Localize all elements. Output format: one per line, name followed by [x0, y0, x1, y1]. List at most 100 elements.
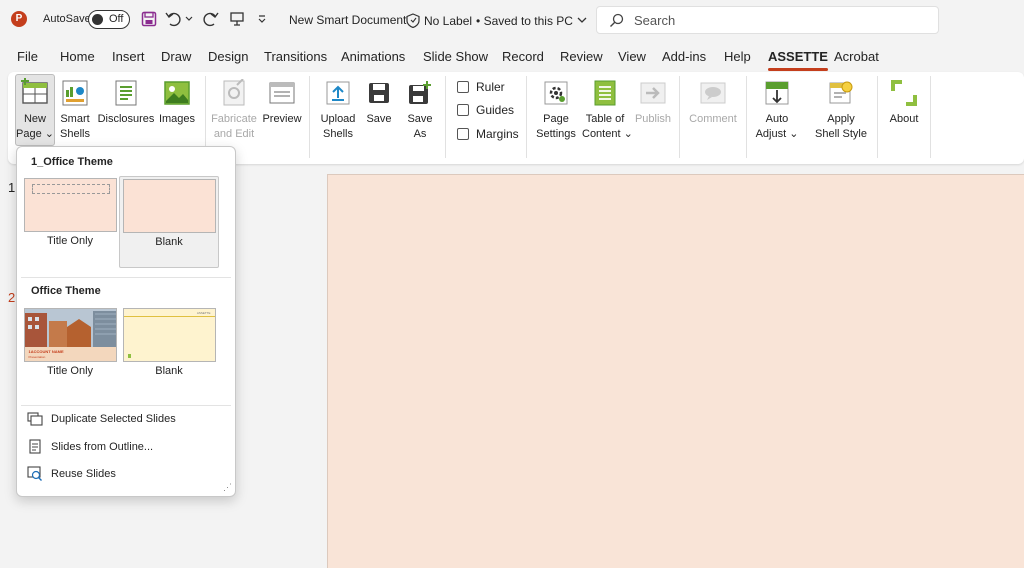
fabricate-and-edit-button[interactable]: Fabricate and Edit: [211, 78, 257, 142]
thumbnail-subtitle: Presentation: [28, 355, 46, 359]
guides-checkbox[interactable]: Guides: [457, 103, 514, 117]
tab-draw[interactable]: Draw: [161, 49, 191, 64]
apply-shell-style-icon: [826, 78, 856, 108]
fabricate-label-2: and Edit: [213, 128, 255, 140]
margins-label: Margins: [476, 127, 519, 141]
tab-view[interactable]: View: [618, 49, 646, 64]
chevron-down-icon: [577, 17, 587, 23]
ribbon-separator: [877, 76, 878, 158]
search-input[interactable]: Search: [596, 6, 939, 34]
tab-add-ins[interactable]: Add-ins: [662, 49, 706, 64]
table-of-content-label-2: Content ⌄: [582, 128, 633, 140]
tab-assette[interactable]: ASSETTE: [768, 49, 828, 71]
section-title-office-theme: Office Theme: [31, 285, 101, 297]
outline-document-icon: [29, 439, 41, 454]
ribbon-separator: [526, 76, 527, 158]
slide-number-2[interactable]: 2: [8, 290, 15, 305]
ruler-checkbox-box: [457, 81, 469, 93]
section-title-1-office-theme: 1_Office Theme: [31, 156, 113, 168]
resize-grip-icon[interactable]: ⋰: [223, 482, 232, 493]
customize-qat-icon[interactable]: [252, 9, 272, 29]
apply-shell-style-label-2: Shell Style: [815, 128, 867, 140]
tab-slide-show[interactable]: Slide Show: [423, 49, 488, 64]
smart-shells-button[interactable]: Smart Shells: [57, 78, 93, 142]
slide-number-1[interactable]: 1: [8, 180, 15, 195]
header-line: [123, 316, 215, 317]
duplicate-selected-slides-item[interactable]: Duplicate Selected Slides: [27, 412, 176, 426]
disclosures-button[interactable]: Disclosures: [97, 78, 155, 127]
apply-shell-style-button[interactable]: Apply Shell Style: [810, 78, 872, 142]
redo-icon[interactable]: [200, 9, 220, 29]
upload-shells-label-1: Upload: [320, 113, 356, 125]
tab-design[interactable]: Design: [208, 49, 248, 64]
preview-button[interactable]: Preview: [261, 78, 303, 127]
tab-insert[interactable]: Insert: [112, 49, 145, 64]
present-icon[interactable]: [227, 9, 247, 29]
new-page-button[interactable]: New Page ⌄: [15, 74, 55, 146]
publish-label: Publish: [634, 113, 672, 125]
publish-button[interactable]: Publish: [632, 78, 674, 127]
disclosures-label: Disclosures: [97, 113, 155, 125]
search-icon: [610, 13, 624, 27]
slides-from-outline-item[interactable]: Slides from Outline...: [27, 439, 153, 454]
fabricate-icon: [219, 78, 249, 108]
images-label: Images: [158, 113, 196, 125]
save-icon[interactable]: [139, 9, 159, 29]
save-label: Save: [366, 113, 392, 125]
document-title[interactable]: New Smart Document: [289, 13, 406, 27]
tab-transitions[interactable]: Transitions: [264, 49, 327, 64]
tab-animations[interactable]: Animations: [341, 49, 405, 64]
upload-shells-button[interactable]: Upload Shells: [317, 78, 359, 142]
reuse-slides-icon: [27, 466, 42, 481]
comment-button[interactable]: Comment: [687, 78, 739, 127]
layout-thumbnail: [122, 179, 216, 233]
reuse-slides-label: Reuse Slides: [51, 467, 116, 480]
layout-name: Title Only: [46, 365, 94, 377]
tab-record[interactable]: Record: [502, 49, 544, 64]
margins-checkbox-box: [457, 128, 469, 140]
apply-shell-style-label-1: Apply: [827, 113, 855, 125]
smart-shells-label-2: Shells: [60, 128, 90, 140]
images-button[interactable]: Images: [157, 78, 197, 127]
preview-label: Preview: [262, 113, 302, 125]
autosave-toggle[interactable]: Off: [88, 10, 130, 29]
disclosures-icon: [111, 78, 141, 108]
tab-acrobat[interactable]: Acrobat: [834, 49, 879, 64]
arrow-right-icon: [638, 78, 668, 108]
save-as-button[interactable]: Save As: [404, 78, 436, 142]
undo-dropdown-icon[interactable]: [183, 9, 195, 29]
gear-icon: [541, 78, 571, 108]
ribbon-separator: [309, 76, 310, 158]
layout-name: Title Only: [46, 235, 94, 247]
smart-shells-icon: [60, 78, 90, 108]
table-of-content-label-1: Table of: [585, 113, 625, 125]
undo-icon[interactable]: [164, 9, 184, 29]
page-settings-button[interactable]: Page Settings: [534, 78, 578, 142]
guides-label: Guides: [476, 103, 515, 117]
layout-title-only-1[interactable]: Title Only: [20, 178, 120, 247]
autosave-state: Off: [109, 13, 124, 25]
tab-help[interactable]: Help: [724, 49, 751, 64]
margins-checkbox[interactable]: Margins: [457, 127, 519, 141]
about-button[interactable]: About: [884, 78, 924, 127]
tab-file[interactable]: File: [17, 49, 38, 64]
slide-canvas[interactable]: [327, 174, 1024, 568]
table-of-content-icon: [590, 78, 620, 108]
layout-blank-1[interactable]: Blank: [119, 176, 219, 268]
new-page-label-2: Page ⌄: [16, 128, 54, 140]
tab-review[interactable]: Review: [560, 49, 603, 64]
layout-name: Blank: [155, 365, 183, 377]
layout-blank-2[interactable]: ASSETTE Blank: [119, 308, 219, 377]
auto-adjust-button[interactable]: Auto Adjust ⌄: [754, 78, 800, 142]
duplicate-icon: [27, 412, 43, 426]
tab-home[interactable]: Home: [60, 49, 95, 64]
menu-separator: [21, 277, 231, 278]
powerpoint-icon[interactable]: P: [11, 11, 27, 27]
table-of-content-button[interactable]: Table of Content ⌄: [582, 78, 633, 142]
sensitivity-info[interactable]: No Label • Saved to this PC: [406, 13, 587, 28]
ruler-checkbox[interactable]: Ruler: [457, 80, 505, 94]
reuse-slides-item[interactable]: Reuse Slides: [27, 466, 116, 481]
new-page-label-1: New: [23, 113, 46, 125]
layout-title-only-2[interactable]: 1ACCOUNT NAME Presentation Title Only: [20, 308, 120, 377]
save-button[interactable]: Save: [363, 78, 395, 127]
